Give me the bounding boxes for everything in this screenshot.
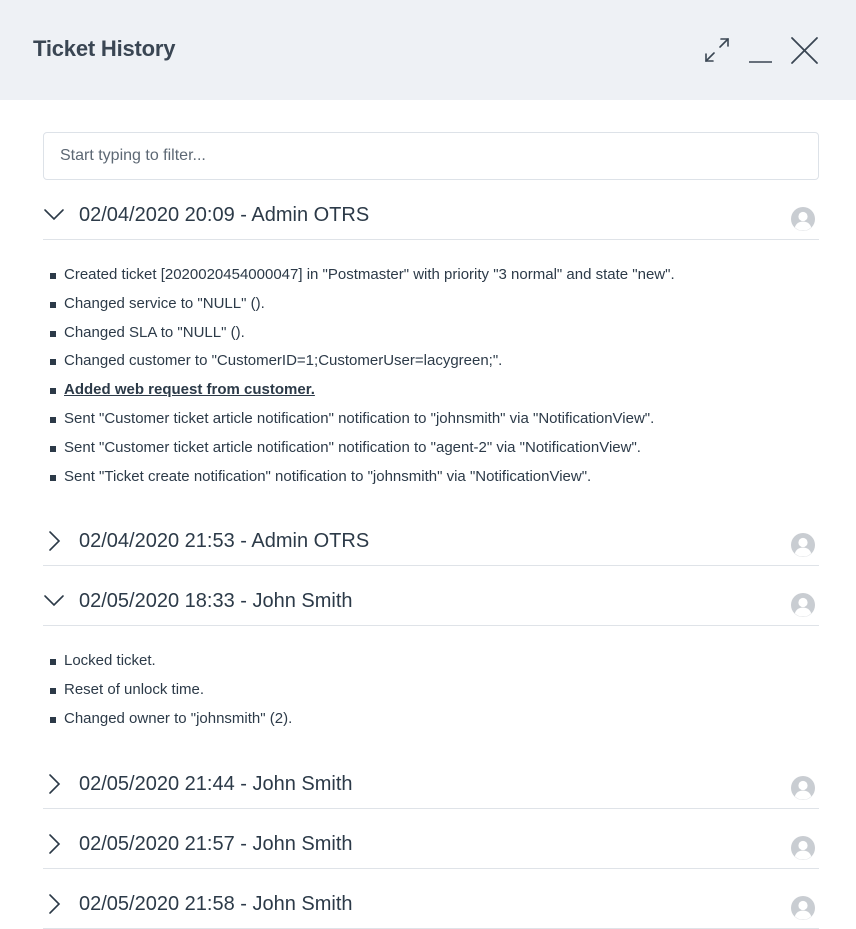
history-detail-item: Changed customer to "CustomerID=1;Custom… [50, 347, 819, 376]
history-entry-header[interactable]: 02/05/2020 18:33 - John Smith [43, 566, 819, 627]
history-entry-header[interactable]: 02/04/2020 21:53 - Admin OTRS [43, 506, 819, 567]
history-detail-text: Sent "Ticket create notification" notifi… [64, 467, 592, 485]
history-entry-title: 02/05/2020 18:33 - John Smith [79, 590, 353, 613]
history-entry-title: 02/05/2020 21:58 - John Smith [79, 892, 353, 915]
history-detail-text: Locked ticket. [64, 652, 156, 670]
history-detail-item: Sent "Customer ticket article notificati… [50, 434, 819, 463]
history-detail-item: Sent "Ticket create notification" notifi… [50, 463, 819, 492]
history-detail-item: Changed service to "NULL" (). [50, 290, 819, 319]
chevron-right-icon[interactable] [43, 773, 65, 795]
history-detail-text: Changed owner to "johnsmith" (2). [64, 709, 293, 727]
history-detail-text: Changed SLA to "NULL" (). [64, 323, 245, 341]
user-avatar-icon [791, 895, 815, 920]
history-detail-item: Sent "Customer ticket article notificati… [50, 405, 819, 434]
history-entry-title: 02/05/2020 21:57 - John Smith [79, 832, 353, 855]
history-detail-text: Changed service to "NULL" (). [64, 294, 265, 312]
user-avatar-icon [791, 207, 815, 231]
history-entry-header[interactable]: 02/05/2020 21:57 - John Smith [43, 809, 819, 869]
history-detail-item: Locked ticket. [50, 647, 819, 676]
history-detail-text: Sent "Customer ticket article notificati… [64, 438, 641, 456]
history-link-text[interactable]: Added web request from customer. [64, 381, 315, 398]
history-detail-item: Created ticket [2020020454000047] in "Po… [50, 261, 819, 290]
history-detail-item: Changed owner to "johnsmith" (2). [50, 705, 819, 734]
chevron-down-icon[interactable] [43, 590, 65, 612]
user-avatar-icon [791, 593, 815, 618]
user-avatar-icon [791, 775, 815, 800]
close-button[interactable] [788, 34, 820, 66]
history-entry-details: Locked ticket. Reset of unlock time. Chang… [43, 626, 819, 748]
history-entry-title: 02/05/2020 21:44 - John Smith [79, 772, 353, 795]
history-entry-header[interactable]: 02/05/2020 21:44 - John Smith [43, 749, 819, 809]
chevron-right-icon[interactable] [43, 833, 65, 855]
filter-input[interactable] [43, 132, 819, 180]
history-detail-item: Reset of unlock time. [50, 676, 819, 705]
minimize-icon [749, 61, 772, 63]
user-avatar-icon [791, 533, 815, 558]
chevron-right-icon[interactable] [43, 530, 65, 552]
history-detail-item: Changed SLA to "NULL" (). [50, 319, 819, 348]
dialog-header: Ticket History [0, 0, 856, 100]
minimize-button[interactable] [745, 34, 777, 66]
history-entry-details: Created ticket [2020020454000047] in "Po… [43, 240, 819, 506]
chevron-right-icon[interactable] [43, 893, 65, 915]
history-detail-text: Sent "Customer ticket article notificati… [64, 409, 655, 427]
history-detail-text: Reset of unlock time. [64, 681, 205, 699]
dialog-title: Ticket History [33, 36, 176, 61]
expand-arrows-icon [705, 38, 729, 62]
user-avatar-icon [791, 835, 815, 860]
history-content: 02/04/2020 20:09 - Admin OTRS Created tic… [43, 132, 819, 929]
history-entry-title: 02/04/2020 20:09 - Admin OTRS [79, 204, 370, 226]
history-entry-header[interactable]: 02/04/2020 20:09 - Admin OTRS [43, 180, 819, 240]
history-entry-header[interactable]: 02/05/2020 21:58 - John Smith [43, 869, 819, 929]
history-detail-text: Changed customer to "CustomerID=1;Custom… [64, 352, 503, 370]
history-link-item[interactable]: Added web request from customer. [50, 376, 819, 405]
history-list: 02/04/2020 20:09 - Admin OTRS Created tic… [43, 180, 819, 929]
history-entry-title: 02/04/2020 21:53 - Admin OTRS [79, 530, 370, 553]
history-detail-text: Created ticket [2020020454000047] in "Po… [64, 266, 675, 283]
expand-button[interactable] [701, 34, 733, 66]
close-icon [791, 37, 818, 64]
chevron-down-icon[interactable] [43, 204, 65, 226]
